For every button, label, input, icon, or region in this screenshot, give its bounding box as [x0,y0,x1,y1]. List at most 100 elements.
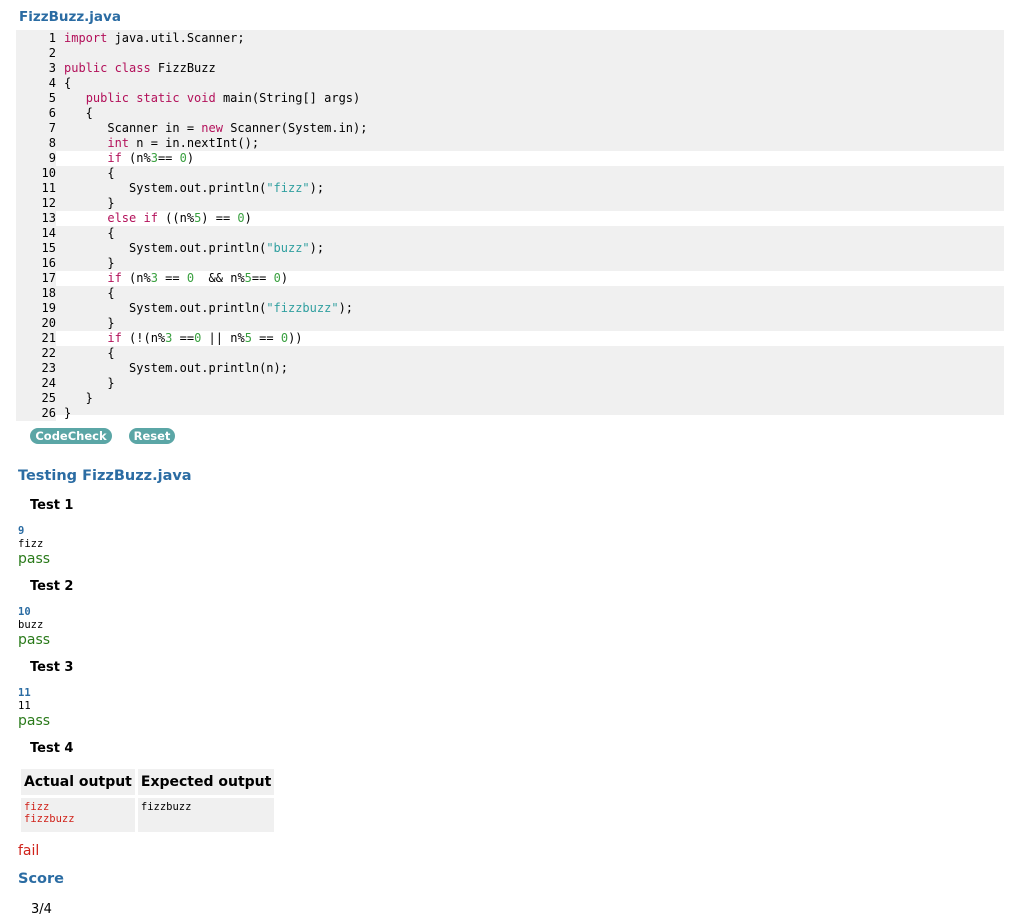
code-token: if [107,331,122,345]
code-line: 25 } [16,391,1004,406]
line-number: 9 [16,151,56,166]
test-4-result: fail [18,843,40,859]
line-number: 14 [16,226,56,241]
table-header-row: Actual output Expected output [21,769,275,795]
code-token: (n% [121,151,151,165]
expected-output-header: Expected output [137,769,275,795]
test-4-heading: Test 4 [30,741,74,756]
code-token: && n% [194,271,245,285]
editable-code-line[interactable]: 17 if (n%3 == 0 && n%5== 0) [16,271,1004,286]
line-number: 5 [16,91,56,106]
code-token: == [251,331,281,345]
code-token: 0 [186,271,195,285]
code-line: 18 { [16,286,1004,301]
code-line: 19 System.out.println("fizzbuzz"); [16,301,1004,316]
code-token: .out.println( [172,241,267,255]
code-token: ); [338,301,354,315]
code-line: 15 System.out.println("buzz"); [16,241,1004,256]
code-token: ) == [201,211,238,225]
code-token: ); [309,181,325,195]
editable-code-line[interactable]: 13 else if ((n%5) == 0) [16,211,1004,226]
code-token: )) [288,331,303,345]
code-line: 14 { [16,226,1004,241]
code-token: == [172,331,195,345]
line-number: 20 [16,316,56,331]
code-text: { [64,226,115,241]
table-row: fizz fizzbuzz fizzbuzz [21,798,275,832]
code-token: main( [215,91,260,105]
editable-code-line[interactable]: 9 if (n%3== 0) [16,151,1004,166]
code-text: } [64,406,71,421]
code-token: { [64,76,72,90]
reset-button[interactable]: Reset [129,428,175,444]
line-number: 17 [16,271,56,286]
code-text: { [64,346,114,361]
score-value: 3/4 [31,902,52,917]
line-number: 22 [16,346,56,361]
code-token: System [288,121,332,135]
line-number: 19 [16,301,56,316]
line-number: 21 [16,331,56,346]
test-3-output: 11 [18,700,31,712]
code-text[interactable]: if (!(n%3 ==0 || n%5 == 0)) [64,331,303,346]
test-1-output: fizz [18,538,44,550]
code-token: new [201,121,223,135]
code-line: 2 [16,46,1004,61]
code-token: == [157,151,180,165]
code-token: 0 [280,331,289,345]
code-line: 20 } [16,316,1004,331]
code-line: 6 { [16,106,1004,121]
code-text: System.out.println("fizz"); [64,181,324,196]
code-text: } [64,256,114,271]
code-editor[interactable]: 1 import java.util.Scanner; 2 3 public class… [16,30,1004,421]
code-text: System.out.println("fizzbuzz"); [64,301,353,316]
line-number: 8 [16,136,56,151]
code-text: System.out.println("buzz"); [64,241,324,256]
code-text: } [64,196,114,211]
score-heading: Score [18,871,64,887]
code-token: ) [186,151,195,165]
code-token: public static void [85,91,216,105]
code-token: Scanner in = [64,121,202,135]
code-token: { [64,226,115,240]
code-text: { [64,76,71,91]
test-2-input: 10 [18,606,31,618]
code-token: System [129,181,173,195]
code-token: } [64,406,72,420]
code-token: 3 [150,151,158,165]
code-line: 7 Scanner in = new Scanner(System.in); [16,121,1004,136]
line-number: 11 [16,181,56,196]
code-token: [] args) [302,91,361,105]
code-text: { [64,286,114,301]
code-text: } [64,376,114,391]
codecheck-page: FizzBuzz.java 1 import java.util.Scanner;… [0,0,1024,919]
code-token: 0 [237,211,245,225]
code-text: int n = in.nextInt(); [64,136,259,151]
code-line: 10 { [16,166,1004,181]
line-number: 6 [16,106,56,121]
code-text[interactable]: else if ((n%5) == 0) [64,211,252,226]
code-token: { [64,106,93,120]
testing-heading: Testing FizzBuzz.java [18,468,192,484]
code-token: 5 [244,331,252,345]
code-text[interactable]: if (n%3== 0) [64,151,194,166]
line-number: 12 [16,196,56,211]
code-token: "buzz" [266,241,310,255]
codecheck-button[interactable]: CodeCheck [30,428,112,444]
code-token: import [64,31,108,45]
code-text[interactable]: if (n%3 == 0 && n%5== 0) [64,271,288,286]
line-number: 4 [16,76,56,91]
code-token: } [64,316,115,330]
code-token: System [129,301,173,315]
code-line: 26} [16,406,1004,421]
code-token: java.util.Scanner; [107,31,245,45]
line-number: 24 [16,376,56,391]
editable-code-line[interactable]: 21 if (!(n%3 ==0 || n%5 == 0)) [16,331,1004,346]
test-2-result: pass [18,632,51,648]
line-number: 26 [16,406,56,421]
